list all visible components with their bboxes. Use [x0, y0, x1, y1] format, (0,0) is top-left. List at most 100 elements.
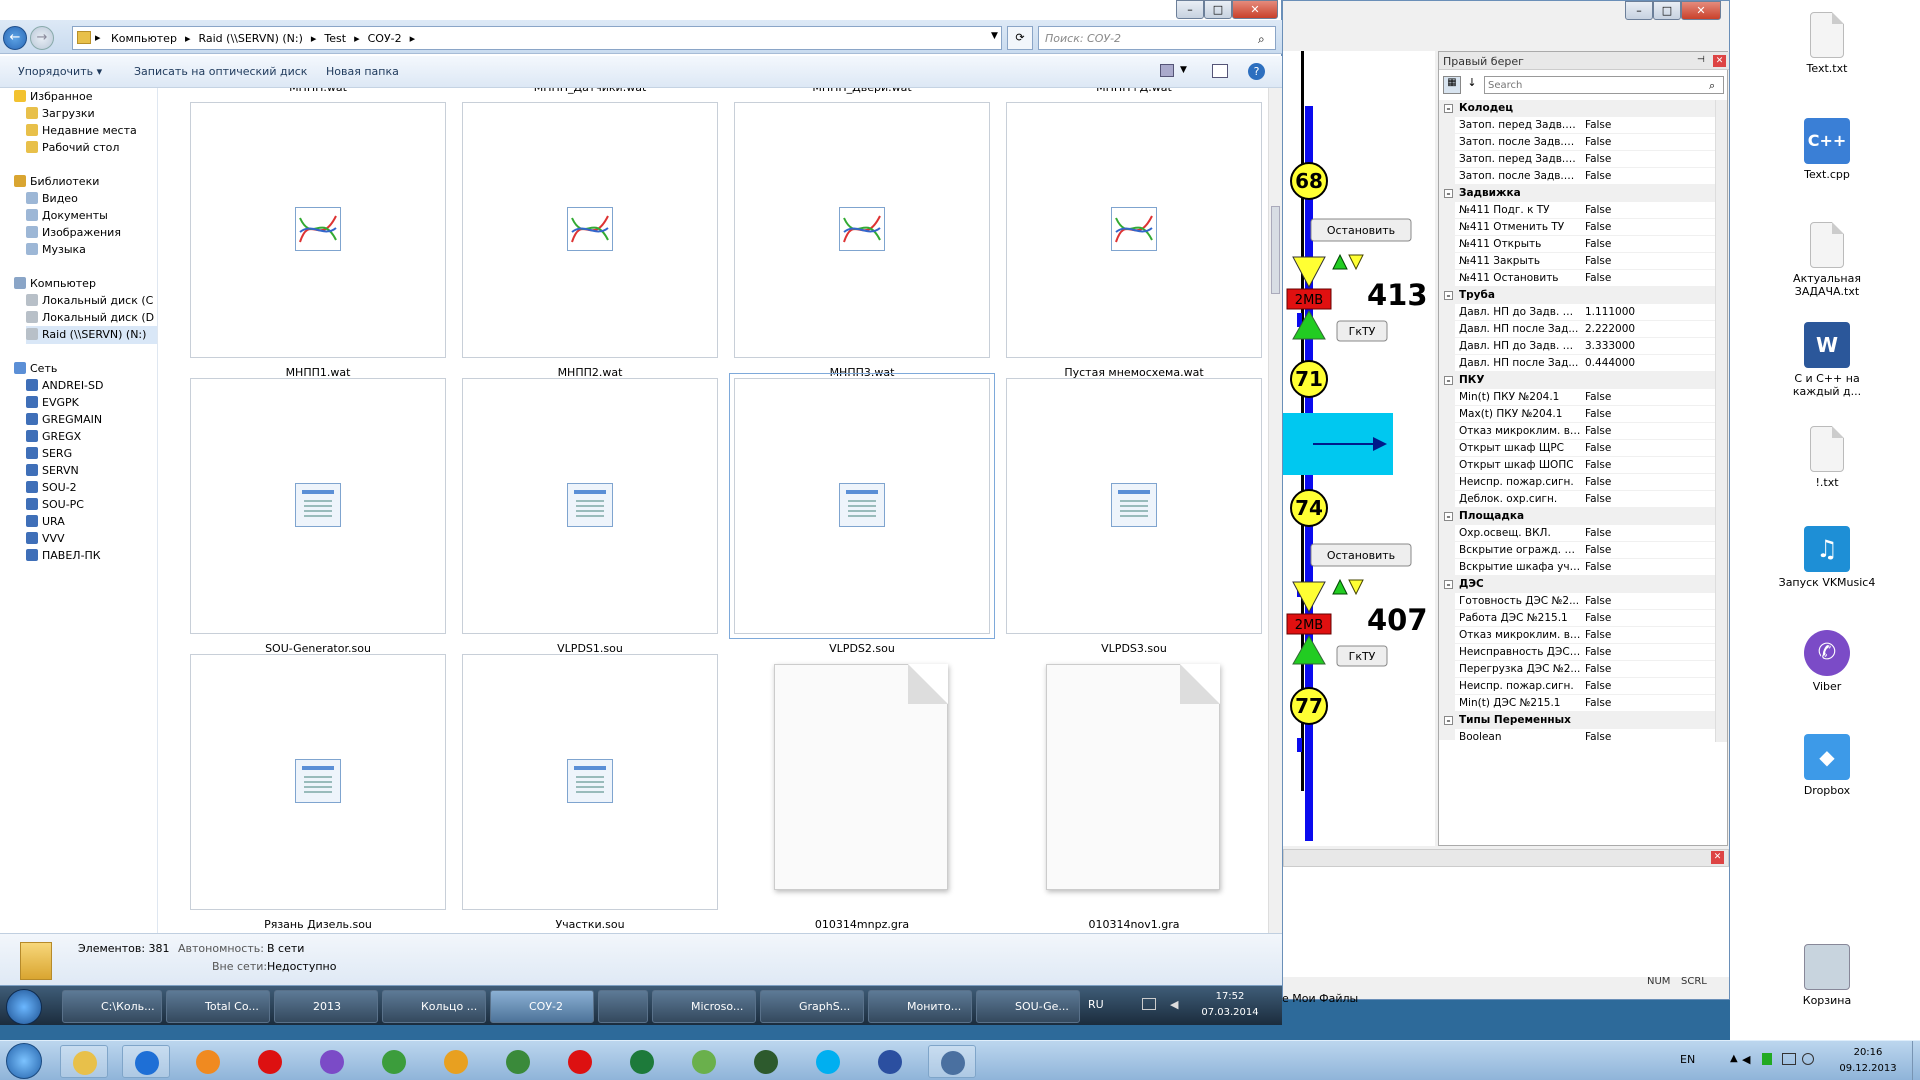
quick-launch-button[interactable]: [866, 1045, 914, 1078]
breadcrumb-item[interactable]: СОУ-2: [368, 32, 402, 45]
app-maximize-button[interactable]: □: [1653, 1, 1681, 20]
property-value[interactable]: False: [1585, 661, 1611, 678]
panel-close-icon[interactable]: ✕: [1713, 55, 1726, 67]
breadcrumb-item[interactable]: Raid (\\SERVN) (N:): [198, 32, 302, 45]
property-category[interactable]: – ПКУ: [1439, 372, 1715, 389]
property-row[interactable]: Давл. НП до Задв. №... 3.333000: [1439, 338, 1715, 355]
trash-desktop-icon[interactable]: Корзина: [1772, 944, 1882, 1007]
property-value[interactable]: False: [1585, 610, 1611, 627]
taskbar-button[interactable]: 2013: [274, 990, 378, 1023]
viber-desktop-icon[interactable]: ✆ Viber: [1772, 630, 1882, 693]
property-value[interactable]: False: [1585, 542, 1611, 559]
scrollbar-thumb[interactable]: [1271, 206, 1280, 294]
quick-launch-button[interactable]: [494, 1045, 542, 1078]
nav-item[interactable]: Локальный диск (C: [26, 292, 157, 310]
property-row[interactable]: Затоп. перед Задв.№... False: [1439, 117, 1715, 134]
nav-item[interactable]: Рабочий стол: [26, 139, 157, 157]
property-category[interactable]: – ДЭС: [1439, 576, 1715, 593]
tray-expand-icon[interactable]: ▲: [1730, 1053, 1738, 1064]
property-row[interactable]: Затоп. после Задв.№... False: [1439, 134, 1715, 151]
property-row[interactable]: Неисправность ДЭС ... False: [1439, 644, 1715, 661]
nav-item[interactable]: Документы: [26, 207, 157, 225]
pin-icon[interactable]: ⊣: [1697, 55, 1709, 67]
collapse-icon[interactable]: –: [1444, 580, 1453, 589]
nav-item[interactable]: Видео: [26, 190, 157, 208]
nav-item[interactable]: SERG: [26, 445, 157, 463]
property-value[interactable]: False: [1585, 134, 1611, 151]
property-value[interactable]: False: [1585, 219, 1611, 236]
property-row[interactable]: Затоп. перед Задв.№... False: [1439, 151, 1715, 168]
property-category[interactable]: – Колодец: [1439, 100, 1715, 117]
nav-item[interactable]: GREGMAIN: [26, 411, 157, 429]
nav-item[interactable]: Компьютер: [14, 275, 148, 293]
collapse-icon[interactable]: –: [1444, 291, 1453, 300]
categorized-icon[interactable]: ▦: [1443, 76, 1461, 94]
search-input[interactable]: Поиск: СОУ-2: [1038, 26, 1276, 50]
property-row[interactable]: Деблок. охр.сигн. False: [1439, 491, 1715, 508]
file-tile[interactable]: [1006, 378, 1262, 634]
taskbar-button[interactable]: Microso...: [652, 990, 756, 1023]
property-value[interactable]: False: [1585, 202, 1611, 219]
chevron-down-icon[interactable]: ▼: [991, 31, 998, 41]
property-value[interactable]: False: [1585, 525, 1611, 542]
property-row[interactable]: Неиспр. пожар.сигн. False: [1439, 474, 1715, 491]
nav-item[interactable]: Недавние места: [26, 122, 157, 140]
file-tile[interactable]: [190, 102, 446, 358]
minimize-button[interactable]: –: [1176, 0, 1204, 19]
file-tile[interactable]: [190, 654, 446, 910]
nav-item[interactable]: GREGX: [26, 428, 157, 446]
property-row[interactable]: Boolean False: [1439, 729, 1715, 740]
tray-green-icon[interactable]: [1762, 1053, 1772, 1065]
taskbar-button[interactable]: Монито...: [868, 990, 972, 1023]
nav-item[interactable]: Raid (\\SERVN) (N:): [26, 326, 157, 344]
property-value[interactable]: 1.111000: [1585, 304, 1635, 321]
nav-item[interactable]: SOU-PC: [26, 496, 157, 514]
tray-date-outer[interactable]: 09.12.2013: [1838, 1063, 1898, 1074]
breadcrumb-item[interactable]: Компьютер: [111, 32, 177, 45]
close-button[interactable]: ✕: [1232, 0, 1278, 19]
property-value[interactable]: False: [1585, 440, 1611, 457]
nav-item[interactable]: Музыка: [26, 241, 157, 259]
property-row[interactable]: Min(t) ПКУ №204.1 False: [1439, 389, 1715, 406]
property-value[interactable]: False: [1585, 627, 1611, 644]
taskbar-button[interactable]: СОУ-2: [490, 990, 594, 1023]
valve-upper[interactable]: [1292, 256, 1326, 289]
quick-launch-button[interactable]: [370, 1045, 418, 1078]
dropbox-desktop-icon[interactable]: ◆ Dropbox: [1772, 734, 1882, 797]
quick-launch-button[interactable]: [680, 1045, 728, 1078]
app-minimize-button[interactable]: –: [1625, 1, 1653, 20]
chevron-right-icon[interactable]: ▸: [354, 32, 360, 45]
nav-item[interactable]: ANDREI-SD: [26, 377, 157, 395]
taskbar-button[interactable]: GraphS...: [760, 990, 864, 1023]
property-category[interactable]: – Труба: [1439, 287, 1715, 304]
refresh-icon[interactable]: ⟳: [1007, 26, 1033, 50]
quick-launch-button[interactable]: [556, 1045, 604, 1078]
burn-button[interactable]: Записать на оптический диск: [134, 65, 307, 78]
taskbar-button[interactable]: Кольцо ...: [382, 990, 486, 1023]
nav-item[interactable]: Локальный диск (D: [26, 309, 157, 327]
start-button[interactable]: [6, 989, 42, 1025]
property-row[interactable]: Min(t) ДЭС №215.1 False: [1439, 695, 1715, 712]
taskbar-button[interactable]: SOU-Ge...: [976, 990, 1080, 1023]
file-page-icon[interactable]: [1046, 664, 1220, 890]
property-row[interactable]: №411 Подг. к ТУ False: [1439, 202, 1715, 219]
property-value[interactable]: False: [1585, 423, 1611, 440]
property-value[interactable]: False: [1585, 151, 1611, 168]
file-tile[interactable]: [1006, 102, 1262, 358]
quick-launch-button[interactable]: [928, 1045, 976, 1078]
nav-item[interactable]: Сеть: [14, 360, 148, 378]
breadcrumb-item[interactable]: Test: [324, 32, 346, 45]
property-row[interactable]: Перегрузка ДЭС №2... False: [1439, 661, 1715, 678]
chevron-right-icon[interactable]: ▸: [185, 32, 191, 45]
property-row[interactable]: №411 Остановить False: [1439, 270, 1715, 287]
property-row[interactable]: Охр.освещ. ВКЛ. False: [1439, 525, 1715, 542]
property-value[interactable]: False: [1585, 168, 1611, 185]
property-row[interactable]: Давл. НП после Зад... 0.444000: [1439, 355, 1715, 372]
property-value[interactable]: False: [1585, 389, 1611, 406]
collapse-icon[interactable]: –: [1444, 376, 1453, 385]
property-row[interactable]: Max(t) ПКУ №204.1 False: [1439, 406, 1715, 423]
property-row[interactable]: Готовность ДЭС №2... False: [1439, 593, 1715, 610]
chevron-right-icon[interactable]: ▸: [410, 32, 416, 45]
nav-item[interactable]: SOU-2: [26, 479, 157, 497]
property-value[interactable]: False: [1585, 491, 1611, 508]
